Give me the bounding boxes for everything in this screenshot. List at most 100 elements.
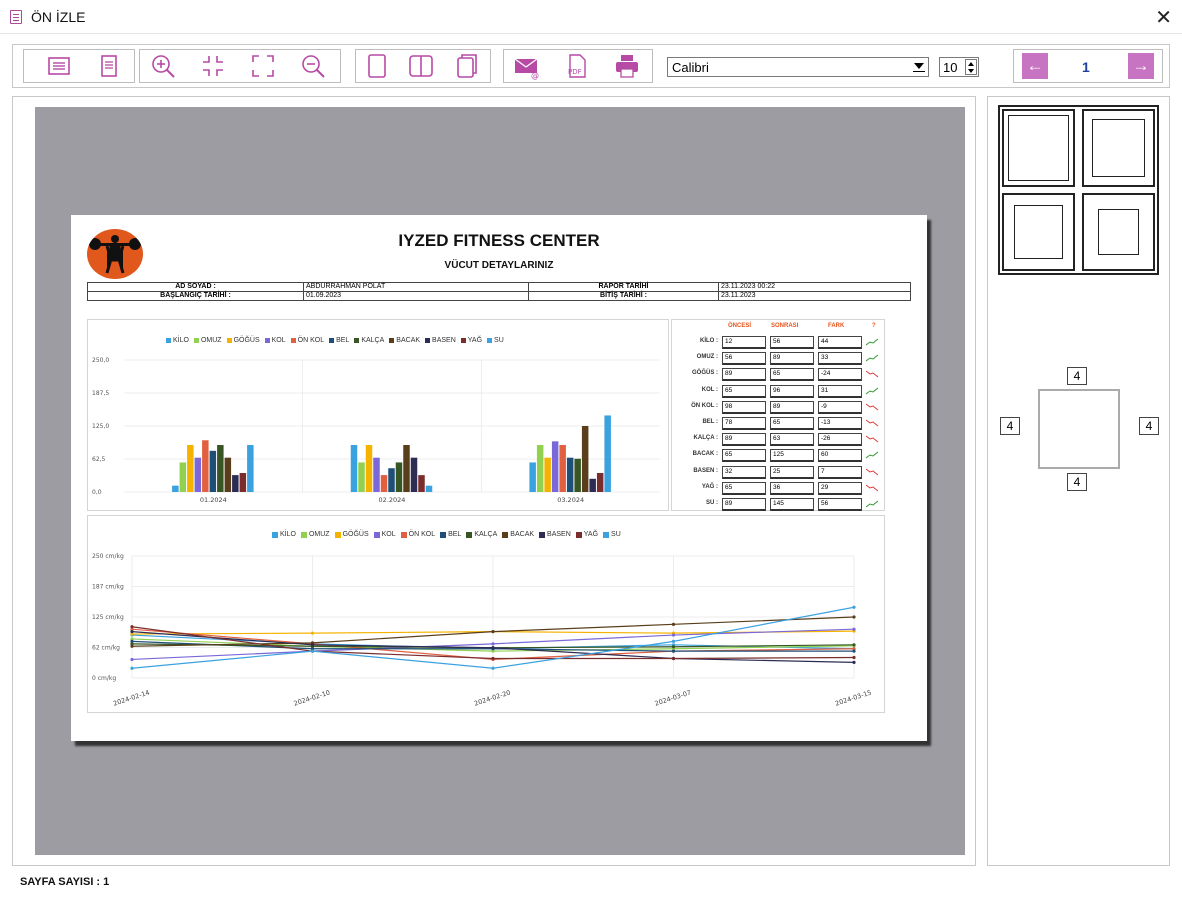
- stats-row: GÖĞÜS : 89 65 -24: [672, 366, 886, 383]
- x-tick-label: 2024-03-07: [654, 688, 692, 707]
- email-icon[interactable]: @: [512, 52, 542, 80]
- spin-icon[interactable]: [965, 59, 977, 75]
- data-point: [852, 605, 856, 609]
- data-point: [310, 631, 315, 635]
- page-view-icon[interactable]: [94, 52, 124, 80]
- stats-row: KALÇA : 89 63 -26: [672, 431, 886, 448]
- bar: [425, 485, 433, 492]
- data-point: [491, 630, 495, 634]
- stats-row: BEL : 78 65 -13: [672, 415, 886, 432]
- stats-row-label: BASEN :: [693, 467, 718, 474]
- before-value: 56: [722, 352, 766, 366]
- y-tick-label: 125,0: [92, 423, 109, 430]
- before-header: ÖNCESİ: [728, 323, 752, 329]
- preview-area[interactable]: IYZED FITNESS CENTER VÜCUT DETAYLARINIZ …: [12, 96, 976, 866]
- before-value: 98: [722, 400, 766, 414]
- data-point: [491, 666, 495, 670]
- fit-page-icon[interactable]: [248, 52, 278, 80]
- diff-value: 56: [818, 498, 862, 511]
- stats-row-label: SU :: [706, 500, 718, 506]
- bar: [380, 475, 388, 492]
- margin-top-input[interactable]: 4: [1067, 367, 1087, 385]
- info-table: AD SOYAD : ABDURRAHMAN POLAT RAPOR TARİH…: [87, 282, 911, 301]
- stats-panel: ÖNCESİ SONRASI FARK ? KİLO :12 56 44 OMUZ :…: [671, 319, 885, 511]
- chevron-down-icon[interactable]: [913, 63, 925, 72]
- bar-chart-svg: 250,0 187,5 125,0 62,5 0,0 01.2024 02.2024 03.2…: [92, 357, 660, 504]
- bar: [581, 426, 589, 492]
- y-tick-label: 0 cm/kg: [92, 675, 116, 682]
- layout-option-2[interactable]: [1082, 109, 1155, 187]
- after-value: 36: [770, 481, 814, 495]
- margin-right-input[interactable]: 4: [1139, 417, 1159, 435]
- svg-text:@: @: [531, 71, 539, 80]
- stats-row-label: BEL :: [702, 419, 718, 425]
- y-tick-label: 0,0: [92, 489, 102, 496]
- bar: [566, 457, 574, 492]
- report-date-label: RAPOR TARİHİ: [528, 282, 719, 292]
- after-value: 145: [770, 498, 814, 511]
- layout-option-3[interactable]: [1002, 193, 1075, 271]
- trend-down-icon: [866, 403, 879, 411]
- bar: [217, 445, 224, 492]
- diff-value: 29: [818, 481, 862, 495]
- data-point: [491, 656, 495, 661]
- before-value: 78: [722, 417, 766, 430]
- stats-row-label: KOL :: [701, 386, 718, 393]
- bar: [559, 445, 566, 492]
- zoom-in-icon[interactable]: [148, 52, 178, 80]
- margin-bottom-input[interactable]: 4: [1067, 473, 1087, 491]
- report-page: IYZED FITNESS CENTER VÜCUT DETAYLARINIZ …: [71, 215, 927, 741]
- bar: [529, 462, 536, 492]
- trend-up-icon: [866, 338, 879, 346]
- stats-row: BACAK : 65 125 60: [672, 447, 886, 464]
- print-icon[interactable]: [612, 52, 642, 80]
- start-date-value: 01.09.2023: [303, 291, 529, 301]
- window-title: ÖN İZLE: [31, 9, 86, 25]
- font-family-value: Calibri: [672, 60, 709, 75]
- data-point: [852, 655, 856, 660]
- trend-down-icon: [866, 435, 879, 443]
- x-tick-label: 03.2024: [557, 496, 584, 504]
- multi-page-icon[interactable]: [452, 52, 482, 80]
- data-point: [310, 649, 315, 653]
- bar: [410, 457, 418, 492]
- zoom-out-icon[interactable]: [298, 52, 328, 80]
- pdf-icon[interactable]: PDF: [562, 52, 592, 80]
- arrow-left-icon[interactable]: ←: [1022, 53, 1048, 79]
- end-date-label: BİTİŞ TARİHİ :: [528, 291, 719, 301]
- bar-chart: KİLO OMUZ GÖĞÜS KOL ÖN KOL BEL KALÇA BACAK BASEN…: [87, 319, 669, 511]
- after-header: SONRASI: [771, 323, 799, 329]
- arrow-right-icon[interactable]: →: [1128, 53, 1154, 79]
- single-page-icon[interactable]: [362, 52, 392, 80]
- x-tick-label: 2024-02-10: [293, 688, 331, 707]
- data-point: [671, 639, 676, 643]
- margin-preview: [1038, 389, 1120, 469]
- text-view-icon[interactable]: [44, 52, 74, 80]
- diff-value: -9: [818, 400, 862, 414]
- before-value: 89: [722, 498, 766, 511]
- stats-row-label: BACAK :: [692, 451, 718, 458]
- diff-value: 44: [818, 336, 862, 349]
- before-value: 89: [722, 368, 766, 382]
- bar: [544, 457, 551, 492]
- trend-header: ?: [872, 323, 876, 329]
- diff-value: 60: [818, 449, 862, 463]
- diff-value: 33: [818, 352, 862, 366]
- font-family-select[interactable]: Calibri: [667, 57, 929, 77]
- two-page-icon[interactable]: [406, 52, 436, 80]
- diff-value: -24: [818, 368, 862, 382]
- x-tick-label: 01.2024: [200, 496, 227, 504]
- stats-row: KOL : 65 96 31: [672, 383, 886, 400]
- layout-option-1[interactable]: [1002, 109, 1075, 187]
- bar: [574, 458, 581, 492]
- report-date-value: 23.11.2023 00:22: [718, 282, 911, 292]
- shrink-icon[interactable]: [198, 52, 228, 80]
- font-size-stepper[interactable]: 10: [939, 57, 979, 77]
- x-tick-label: 02.2024: [379, 496, 406, 504]
- layout-option-4[interactable]: [1082, 193, 1155, 271]
- bar: [604, 415, 611, 492]
- trend-up-icon: [866, 500, 879, 508]
- margin-left-input[interactable]: 4: [1000, 417, 1020, 435]
- close-icon[interactable]: ✕: [1155, 5, 1172, 30]
- bar: [388, 468, 395, 492]
